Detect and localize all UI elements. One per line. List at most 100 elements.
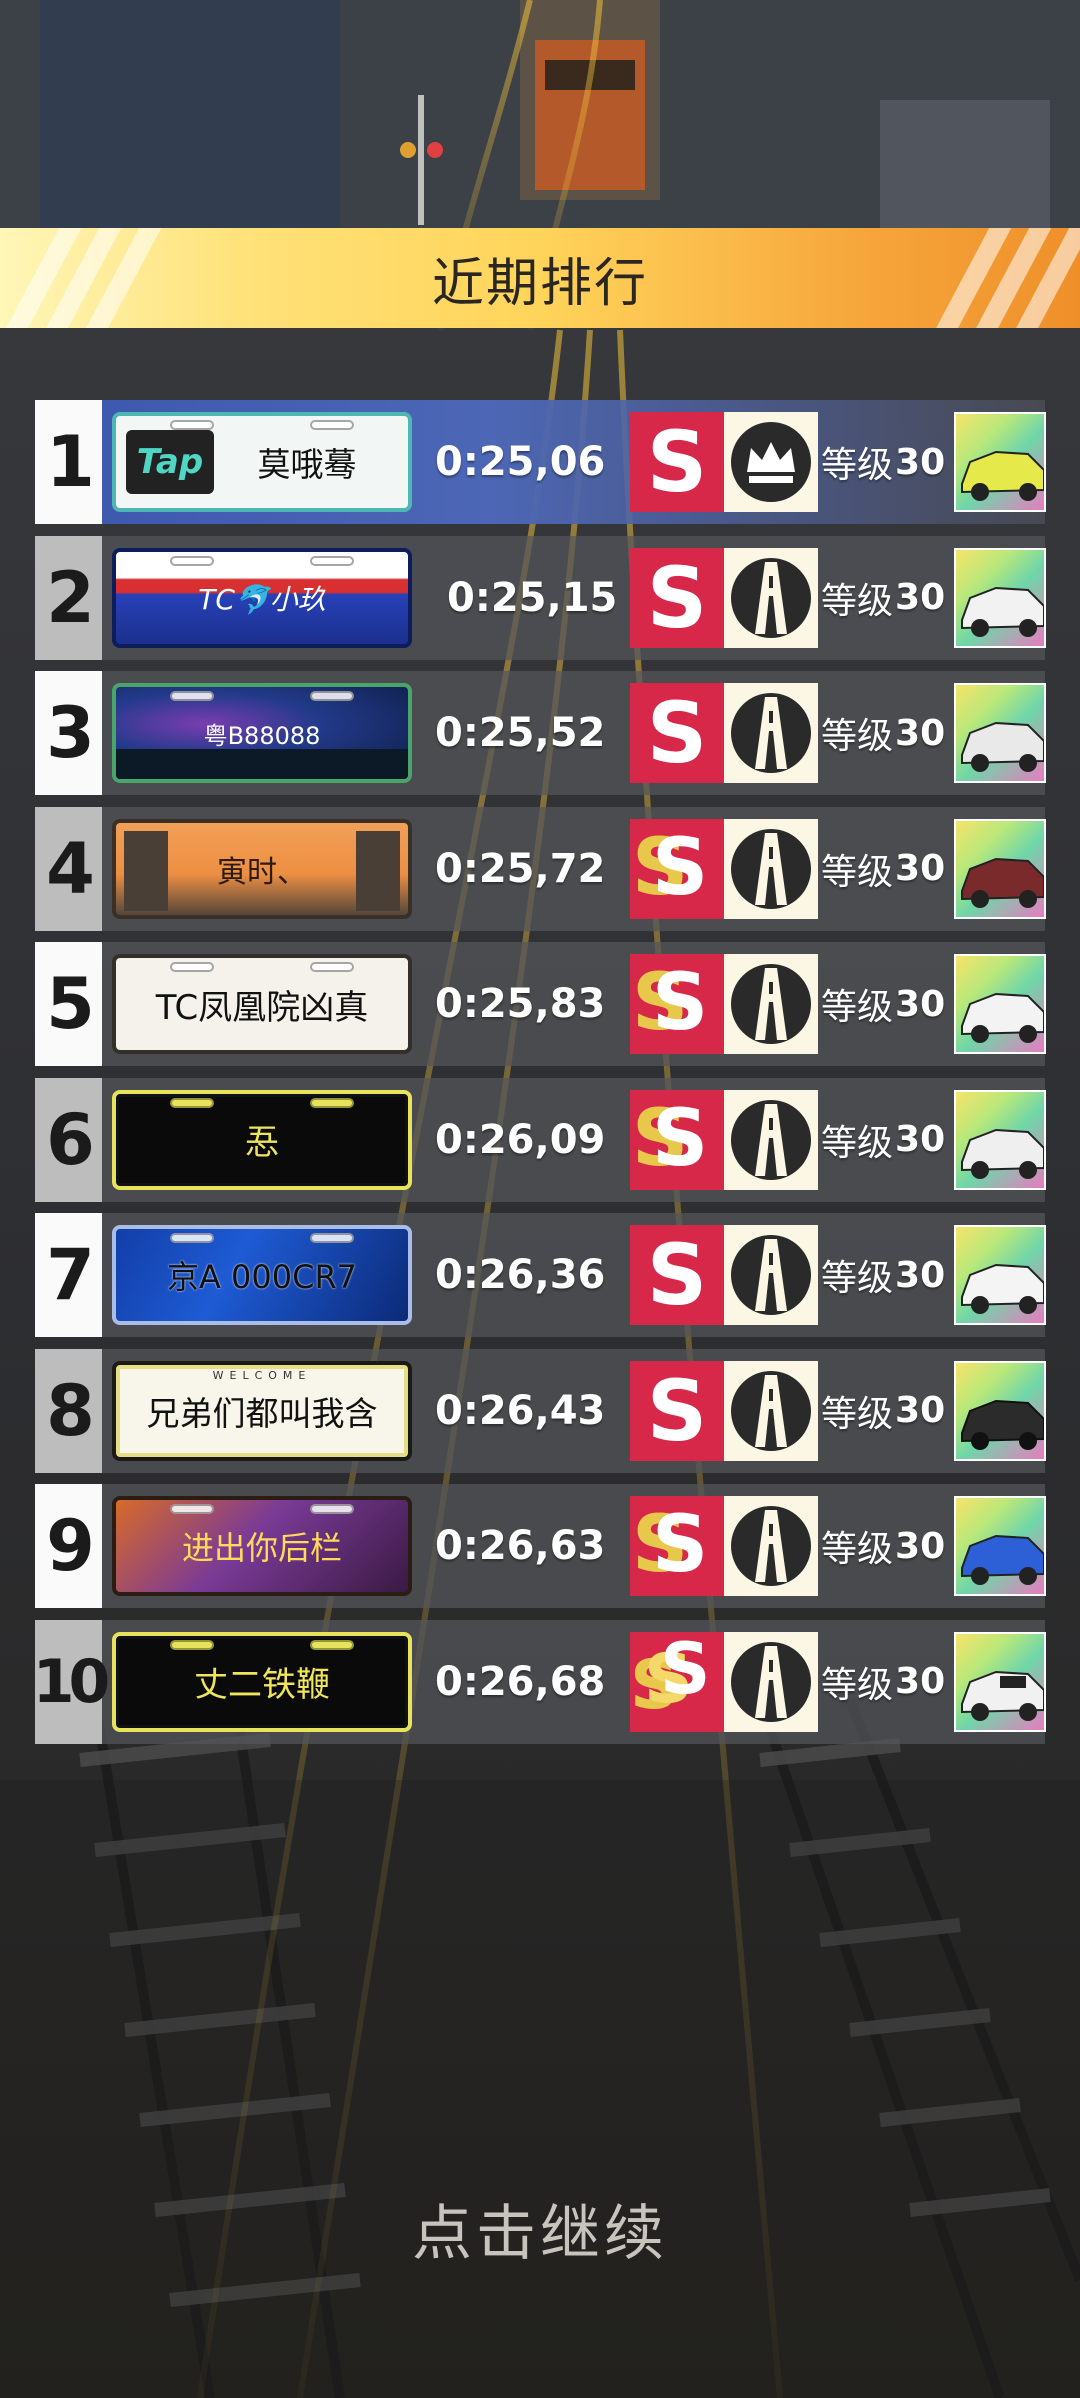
leaderboard-row[interactable]: 8 WELCOME 兄弟们都叫我含 0:26,43 S 等级 30 xyxy=(35,1348,1046,1473)
grade-ss-badge: S S xyxy=(630,1496,724,1596)
license-plate: WELCOME 兄弟们都叫我含 xyxy=(112,1360,412,1461)
plate-welcome-text: WELCOME xyxy=(212,1368,312,1382)
license-plate: 寅时、 xyxy=(112,818,412,919)
title-banner: 近期排行 xyxy=(0,228,1080,328)
grade-letter: S xyxy=(646,1226,708,1324)
rank-number: 10 xyxy=(32,1646,111,1717)
license-plate: 进出你后栏 xyxy=(112,1496,412,1596)
leaderboard-row[interactable]: 3 粤B88088 0:25,52 S 等级 30 xyxy=(35,671,1046,795)
plate-bolt xyxy=(170,1233,214,1243)
plate-text: 粤B88088 xyxy=(203,721,321,750)
rank-number: 5 xyxy=(46,963,95,1045)
rank-number: 6 xyxy=(46,1098,95,1181)
grade-ss-badge: S S xyxy=(630,818,724,919)
plate-text: 莫哦蓦 xyxy=(257,445,357,484)
grade-s-badge: S xyxy=(630,1225,724,1325)
plate-bolt xyxy=(310,555,354,566)
lap-time: 0:25,06 xyxy=(435,439,606,485)
page-title: 近期排行 xyxy=(431,253,648,314)
lap-time: 0:26,09 xyxy=(435,1116,606,1163)
car-thumbnail xyxy=(954,683,1046,783)
rank-number: 1 xyxy=(46,421,95,503)
level-prefix: 等级 xyxy=(821,1258,894,1299)
license-plate: 粤B88088 xyxy=(112,683,412,783)
grade-sss-badge: S S S xyxy=(630,1631,724,1732)
plate-bolt xyxy=(310,1233,354,1243)
road-icon xyxy=(724,1360,818,1461)
grade-letter: S xyxy=(646,684,708,782)
level-value: 30 xyxy=(895,1254,946,1296)
car-thumbnail xyxy=(954,1089,1046,1190)
road-icon xyxy=(724,683,818,783)
rank-number: 3 xyxy=(46,692,95,774)
car-thumbnail xyxy=(954,818,1046,919)
road-icon xyxy=(724,1089,818,1190)
license-plate: TC凤凰院凶真 xyxy=(112,954,412,1054)
leaderboard-row[interactable]: 10 丈二铁鞭 0:26,68 S S S 等级 30 xyxy=(32,1619,1046,1744)
car-thumbnail xyxy=(954,1631,1046,1732)
plate-side xyxy=(356,830,400,911)
leaderboard-row[interactable]: 5 TC凤凰院凶真 0:25,83 S S 等级 30 xyxy=(35,942,1046,1066)
license-plate: Tap 莫哦蓦 xyxy=(112,412,412,512)
leaderboard-row[interactable]: 2 TC🐬小玖 0:25,15 S 等级 30 xyxy=(35,535,1046,660)
plate-bolt xyxy=(170,1097,214,1108)
lap-time: 0:26,63 xyxy=(435,1523,606,1569)
plate-bolt xyxy=(310,691,354,701)
grade-letter: S xyxy=(652,1500,709,1590)
leaderboard-row[interactable]: 6 忢 0:26,09 S S 等级 30 xyxy=(35,1077,1046,1202)
grade-letter: S xyxy=(652,822,709,913)
lap-time: 0:26,36 xyxy=(435,1252,606,1298)
car-thumbnail xyxy=(954,412,1046,512)
road-icon xyxy=(724,547,818,648)
plate-bolt xyxy=(170,962,214,972)
grade-letter: S xyxy=(646,413,708,511)
level-value: 30 xyxy=(895,1661,946,1702)
crown-icon xyxy=(724,412,818,512)
level-prefix: 等级 xyxy=(821,851,894,893)
plate-bolt xyxy=(310,962,354,972)
level-prefix: 等级 xyxy=(821,445,894,486)
plate-text: 京A 000CR7 xyxy=(166,1258,358,1296)
level-value: 30 xyxy=(895,1525,946,1567)
plate-bolt xyxy=(170,1639,214,1650)
plate-text: 丈二铁鞭 xyxy=(194,1665,330,1705)
leaderboard-row[interactable]: 9 进出你后栏 0:26,63 S S 等级 30 xyxy=(35,1484,1046,1608)
tap-to-continue-button[interactable]: 点击继续 xyxy=(0,2185,1080,2272)
plate-bolt xyxy=(170,1504,214,1514)
rank-number: 8 xyxy=(46,1369,95,1452)
leaderboard-row[interactable]: 7 京A 000CR7 0:26,36 S 等级 30 xyxy=(35,1213,1046,1337)
grade-letter: S xyxy=(652,958,709,1048)
grade-s-badge: S xyxy=(630,1360,724,1461)
plate-bolt xyxy=(310,420,354,430)
grade-letter: S xyxy=(652,1093,709,1184)
leaderboard-row[interactable]: 4 寅时、 0:25,72 S S 等级 30 xyxy=(35,806,1046,931)
car-thumbnail xyxy=(954,1225,1046,1325)
plate-bolt xyxy=(170,691,214,701)
level-prefix: 等级 xyxy=(821,580,894,622)
rank-number: 2 xyxy=(46,556,95,639)
road-icon xyxy=(724,1496,818,1596)
rank-number: 9 xyxy=(46,1505,95,1587)
level-prefix: 等级 xyxy=(821,987,894,1028)
lap-time: 0:25,83 xyxy=(435,981,606,1027)
license-plate: 丈二铁鞭 xyxy=(112,1631,412,1732)
level-prefix: 等级 xyxy=(821,1529,894,1570)
plate-text: TC凤凰院凶真 xyxy=(155,987,369,1028)
grade-s-badge: S xyxy=(630,547,724,648)
rank-number: 7 xyxy=(46,1234,95,1316)
lap-time: 0:26,43 xyxy=(435,1387,606,1434)
plate-bolt xyxy=(310,1639,354,1650)
plate-bolt xyxy=(170,420,214,430)
grade-letter: S xyxy=(646,1361,708,1460)
road-icon xyxy=(724,1225,818,1325)
leaderboard-row[interactable]: 1 Tap 莫哦蓦 0:25,06 S 等级 30 xyxy=(35,400,1046,524)
level-value: 30 xyxy=(895,848,946,889)
road-icon xyxy=(724,818,818,919)
grade-ss-badge: S S xyxy=(630,1089,724,1190)
level-prefix: 等级 xyxy=(821,1664,894,1706)
lap-time: 0:25,52 xyxy=(435,710,606,756)
level-value: 30 xyxy=(895,712,946,754)
license-plate: TC🐬小玖 xyxy=(112,547,412,648)
car-thumbnail xyxy=(954,954,1046,1054)
plate-text: 寅时、 xyxy=(217,854,307,890)
